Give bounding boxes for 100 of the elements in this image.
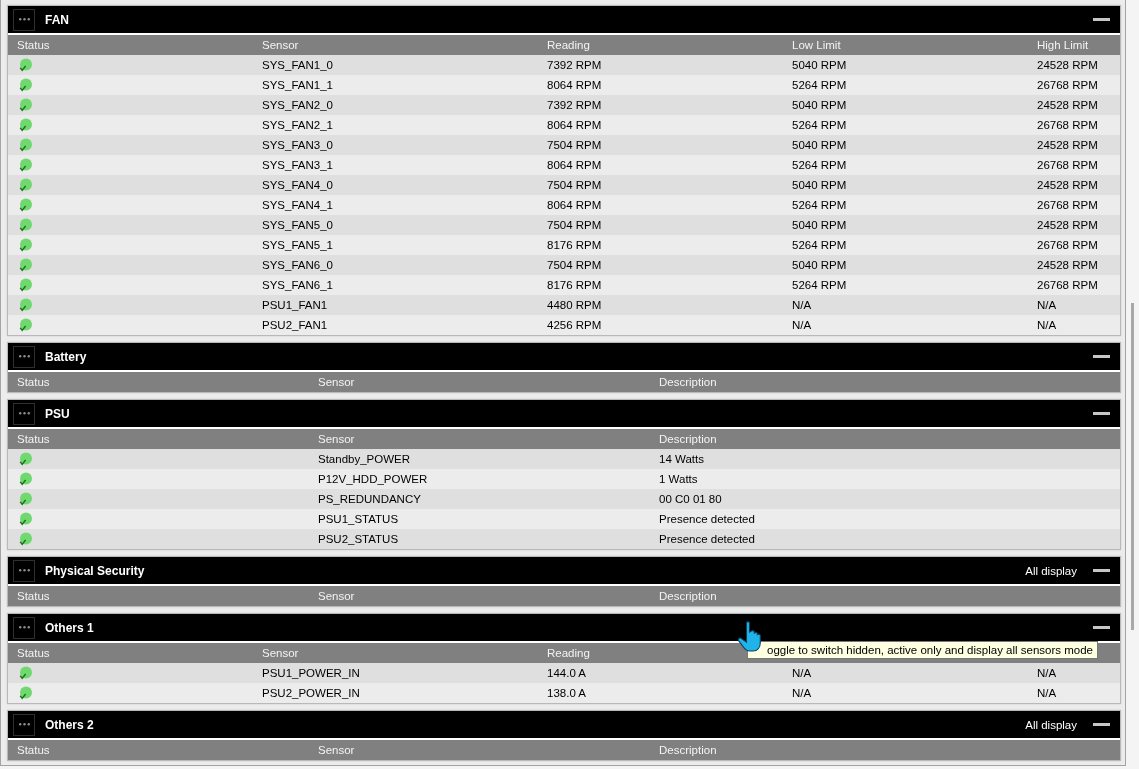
column-header: Status	[17, 590, 50, 602]
low-limit-value: 5264 RPM	[792, 239, 847, 251]
column-header: Status	[17, 376, 50, 388]
options-button[interactable]	[13, 713, 35, 736]
reading-value: 7504 RPM	[547, 179, 602, 191]
high-limit-value: 24528 RPM	[1037, 139, 1098, 151]
column-header: Status	[17, 647, 50, 659]
ellipsis-icon	[18, 723, 30, 726]
value-text: N/A	[792, 687, 812, 699]
high-limit-value: 26768 RPM	[1037, 79, 1098, 91]
reading-value: 4256 RPM	[547, 319, 602, 331]
description-text: Presence detected	[659, 513, 755, 525]
sensor-name: PSU2_STATUS	[318, 533, 399, 545]
hand-cursor-icon	[737, 621, 763, 652]
column-header: Sensor	[262, 647, 299, 659]
column-header: Status	[17, 433, 50, 445]
sensor-name: SYS_FAN2_0	[262, 99, 333, 111]
column-header: Description	[659, 433, 717, 445]
sensor-name: SYS_FAN1_0	[262, 59, 333, 71]
minus-icon[interactable]	[1093, 723, 1110, 726]
description-text: 1 Watts	[659, 473, 698, 485]
high-limit-value: 26768 RPM	[1037, 119, 1098, 131]
column-header: High Limit	[1037, 39, 1089, 51]
sensor-name: SYS_FAN1_1	[262, 79, 333, 91]
minus-icon[interactable]	[1093, 355, 1110, 358]
options-button[interactable]	[13, 402, 35, 425]
sensor-name: SYS_FAN4_0	[262, 179, 333, 191]
value-text: N/A	[1037, 667, 1057, 679]
sensor-name: SYS_FAN2_1	[262, 119, 333, 131]
sensor-name: PSU1_POWER_IN	[262, 667, 360, 679]
value-text: N/A	[1037, 687, 1057, 699]
options-button[interactable]	[13, 559, 35, 582]
column-header: Description	[659, 590, 717, 602]
high-limit-value: 24528 RPM	[1037, 219, 1098, 231]
description-text: 00 C0 01 80	[659, 493, 722, 505]
ellipsis-icon	[18, 569, 30, 572]
low-limit-value: 5040 RPM	[792, 59, 847, 71]
panel-title: Others 1	[45, 620, 94, 635]
sensor-name: SYS_FAN3_1	[262, 159, 333, 171]
high-limit-value: 26768 RPM	[1037, 199, 1098, 211]
column-header: Status	[17, 744, 50, 756]
high-limit-value: 24528 RPM	[1037, 59, 1098, 71]
low-limit-value: N/A	[792, 299, 812, 311]
sensor-name: P12V_HDD_POWER	[318, 473, 428, 485]
sensor-name: PSU2_POWER_IN	[262, 687, 360, 699]
display-mode-toggle[interactable]: All display	[1025, 718, 1077, 731]
minus-icon[interactable]	[1093, 412, 1110, 415]
high-limit-value: N/A	[1037, 299, 1057, 311]
minus-icon[interactable]	[1093, 18, 1110, 21]
low-limit-value: 5264 RPM	[792, 199, 847, 211]
sensor-name: PSU2_FAN1	[262, 319, 328, 331]
sensor-name: SYS_FAN6_1	[262, 279, 333, 291]
column-header: Low Limit	[792, 39, 841, 51]
reading-value: 8064 RPM	[547, 79, 602, 91]
column-header: Sensor	[318, 433, 355, 445]
value-text: N/A	[792, 667, 812, 679]
high-limit-value: 26768 RPM	[1037, 159, 1098, 171]
column-header: Description	[659, 744, 717, 756]
ellipsis-icon	[18, 412, 30, 415]
ellipsis-icon	[18, 18, 30, 21]
description-text: 14 Watts	[659, 453, 704, 465]
low-limit-value: 5264 RPM	[792, 79, 847, 91]
high-limit-value: 24528 RPM	[1037, 179, 1098, 191]
panel-title: Physical Security	[45, 563, 145, 578]
reading-value: 7504 RPM	[547, 139, 602, 151]
column-header: Description	[659, 376, 717, 388]
scrollbar-thumb[interactable]	[1131, 303, 1134, 630]
panel-title: Battery	[45, 349, 87, 364]
options-button[interactable]	[13, 616, 35, 639]
description-text: Presence detected	[659, 533, 755, 545]
column-header: Sensor	[318, 744, 355, 756]
sensor-name: PSU1_FAN1	[262, 299, 328, 311]
reading-value: 7392 RPM	[547, 99, 602, 111]
high-limit-value: 26768 RPM	[1037, 239, 1098, 251]
sensor-name: SYS_FAN5_1	[262, 239, 333, 251]
high-limit-value: 24528 RPM	[1037, 99, 1098, 111]
low-limit-value: 5040 RPM	[792, 259, 847, 271]
low-limit-value: 5264 RPM	[792, 119, 847, 131]
sensor-name: SYS_FAN4_1	[262, 199, 333, 211]
sensor-name: SYS_FAN5_0	[262, 219, 333, 231]
high-limit-value: N/A	[1037, 319, 1057, 331]
display-mode-toggle[interactable]: All display	[1025, 564, 1077, 577]
minus-icon[interactable]	[1093, 626, 1110, 629]
sensor-name: PS_REDUNDANCY	[318, 493, 421, 505]
reading-value: 4480 RPM	[547, 299, 602, 311]
ellipsis-icon	[18, 355, 30, 358]
tooltip: oggle to switch hidden, active only and display all sensors mode	[747, 641, 1099, 659]
options-button[interactable]	[13, 8, 35, 31]
panel-title: Others 2	[45, 717, 94, 732]
ellipsis-icon	[18, 626, 30, 629]
panel-title: PSU	[45, 406, 70, 421]
high-limit-value: 24528 RPM	[1037, 259, 1098, 271]
options-button[interactable]	[13, 345, 35, 368]
sensor-name: SYS_FAN3_0	[262, 139, 333, 151]
minus-icon[interactable]	[1093, 569, 1110, 572]
reading-value: 144.0 A	[547, 667, 586, 679]
column-header: Status	[17, 39, 50, 51]
reading-value: 8064 RPM	[547, 199, 602, 211]
low-limit-value: 5040 RPM	[792, 179, 847, 191]
low-limit-value: 5040 RPM	[792, 219, 847, 231]
